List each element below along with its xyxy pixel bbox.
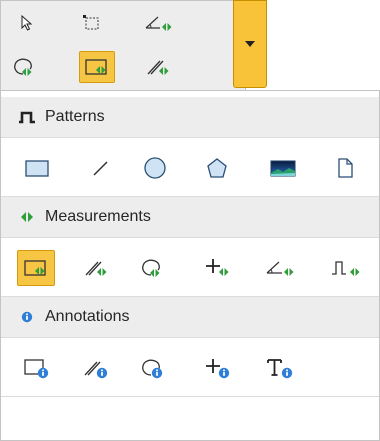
crosshair-measure-tool-button[interactable] xyxy=(201,250,237,286)
rectangle-measure-tool-button[interactable] xyxy=(17,250,55,286)
patterns-tools-row xyxy=(1,137,379,197)
select-arrow-icon xyxy=(21,14,33,31)
freehand-region-measure-icon xyxy=(14,58,32,76)
info-icon xyxy=(21,311,33,323)
image-pattern-icon xyxy=(270,160,296,177)
crosshair-measure-icon xyxy=(206,259,229,276)
circle-pattern-icon xyxy=(144,157,166,179)
rectangle-annotation-icon xyxy=(24,359,49,379)
rectangle-pattern-button[interactable] xyxy=(19,150,55,186)
line-measure-icon xyxy=(147,60,169,75)
crosshair-annotation-icon xyxy=(206,359,230,379)
rectangle-pattern-icon xyxy=(25,160,49,177)
rectangle-measure-button[interactable] xyxy=(79,51,115,83)
freehand-region-measure-tool-button[interactable] xyxy=(137,250,173,286)
polygon-pattern-button[interactable] xyxy=(199,150,235,186)
chevron-down-icon xyxy=(245,41,255,47)
rectangle-select-tool-button[interactable] xyxy=(73,7,109,39)
measure-arrows-icon xyxy=(21,212,33,222)
angle-measure-tool-button[interactable] xyxy=(141,7,177,39)
rectangle-select-icon xyxy=(83,15,99,30)
pulse-pattern-icon xyxy=(19,111,35,124)
line-measure-tool-button[interactable] xyxy=(79,250,115,286)
measurements-section-header: Measurements xyxy=(1,197,379,237)
file-pattern-button[interactable] xyxy=(327,150,363,186)
line-measure-icon xyxy=(85,261,107,276)
rectangle-annotation-button[interactable] xyxy=(19,350,55,386)
measurements-tools-row xyxy=(1,237,379,297)
pulse-measure-icon xyxy=(332,261,360,276)
freehand-annotation-icon xyxy=(142,359,163,379)
toolbar-dropdown-button[interactable] xyxy=(233,0,267,88)
circle-pattern-button[interactable] xyxy=(137,150,173,186)
text-annotation-icon xyxy=(267,359,293,379)
patterns-section-header: Patterns xyxy=(1,97,379,137)
line-measure-button[interactable] xyxy=(141,51,177,83)
angle-measure-icon xyxy=(266,261,294,276)
angle-measure-tool-button[interactable] xyxy=(263,250,299,286)
line-annotation-icon xyxy=(84,361,108,379)
line-annotation-button[interactable] xyxy=(79,350,115,386)
annotations-tools-row xyxy=(1,337,379,397)
text-annotation-button[interactable] xyxy=(263,350,299,386)
line-pattern-icon xyxy=(93,161,108,176)
angle-measure-icon xyxy=(145,16,172,31)
patterns-label: Patterns xyxy=(45,108,105,125)
image-pattern-button[interactable] xyxy=(265,150,301,186)
measurements-label: Measurements xyxy=(45,208,151,225)
freehand-annotation-button[interactable] xyxy=(137,350,173,386)
tools-panel: Patterns Measurements Annotations xyxy=(0,90,380,441)
rectangle-measure-icon xyxy=(85,59,107,75)
rectangle-measure-icon xyxy=(24,260,46,276)
polygon-pattern-icon xyxy=(207,158,227,178)
select-tool-button[interactable] xyxy=(9,7,45,39)
file-pattern-icon xyxy=(338,158,353,178)
pulse-measure-tool-button[interactable] xyxy=(327,250,367,286)
line-pattern-button[interactable] xyxy=(83,150,119,186)
tool-palette-toolbar xyxy=(0,0,246,90)
freehand-region-measure-icon xyxy=(142,259,160,277)
annotations-section-header: Annotations xyxy=(1,297,379,337)
annotations-label: Annotations xyxy=(45,308,130,325)
crosshair-annotation-button[interactable] xyxy=(201,350,237,386)
freehand-region-measure-button[interactable] xyxy=(9,51,45,83)
